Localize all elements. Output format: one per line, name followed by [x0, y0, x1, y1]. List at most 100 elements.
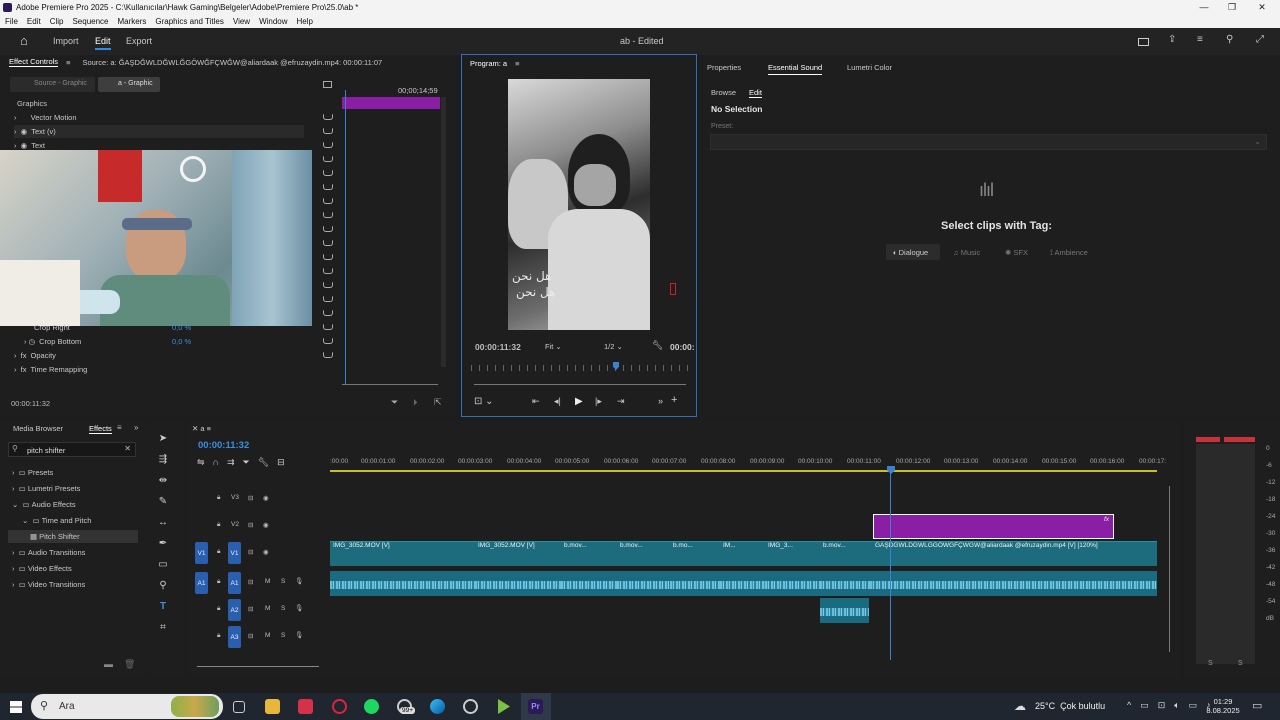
effects-search-input[interactable]: ⚲ pitch shifter ✕	[8, 442, 136, 457]
tree-video-transitions[interactable]: › ▭ Video Transitions	[12, 578, 85, 591]
eye-icon[interactable]: ◉	[263, 494, 269, 502]
tab-properties[interactable]: Properties	[707, 63, 741, 72]
lock-icon[interactable]: 🔒︎	[217, 632, 220, 640]
solo-button[interactable]: S	[281, 605, 285, 612]
reset-icon[interactable]	[323, 240, 333, 246]
task-view-icon[interactable]	[233, 701, 245, 713]
video-clip[interactable]: b.mo...	[670, 541, 720, 566]
mic-icon[interactable]: 🎙︎	[295, 604, 303, 612]
spotify-icon[interactable]	[364, 699, 379, 714]
crop-bottom-row[interactable]: › ◷ Crop Bottom 0,0 %	[24, 335, 194, 348]
wrench-icon[interactable]: 🔧︎	[652, 340, 663, 351]
source-patch-v1[interactable]: V1	[195, 542, 208, 564]
program-zoom-bar[interactable]	[474, 384, 686, 385]
windows-start-icon[interactable]	[10, 701, 22, 713]
fit-dropdown[interactable]: Fit ⌄	[545, 342, 562, 351]
rectangle-tool-icon[interactable]: ▭	[155, 559, 171, 573]
track-target-a3[interactable]: A3	[228, 626, 241, 648]
track-select-tool-icon[interactable]: ⇶	[155, 454, 171, 468]
audio-clip[interactable]	[820, 571, 870, 596]
play-audio-icon[interactable]: ⏵	[413, 397, 418, 408]
reset-icon[interactable]	[323, 184, 333, 190]
quick-export-icon[interactable]: ≡	[1197, 34, 1203, 45]
more-controls-icon[interactable]: »	[658, 396, 663, 406]
tree-lumetri-presets[interactable]: › ▭ Lumetri Presets	[12, 482, 80, 495]
subtab-browse[interactable]: Browse	[711, 88, 736, 97]
taskbar-search-box[interactable]: ⚲ Ara	[31, 694, 223, 719]
video-clip[interactable]: b.mov...	[820, 541, 872, 566]
time-remapping-row[interactable]: › fx Time Remapping	[14, 363, 214, 376]
audio-clip[interactable]	[617, 571, 670, 596]
menu-help[interactable]: Help	[297, 17, 313, 26]
tab-program[interactable]: Program: a	[470, 59, 507, 68]
clear-search-icon[interactable]: ✕	[124, 444, 131, 453]
razor-tool-icon[interactable]: ✎	[155, 496, 171, 510]
source-label[interactable]: Source: a: ĞAŞDĞWLDĞWLĞGÖWĞFÇWĞW@aliarda…	[82, 58, 382, 67]
subtab-edit[interactable]: Edit	[749, 88, 762, 98]
tree-time-and-pitch[interactable]: ⌄ ▭ Time and Pitch	[22, 514, 91, 527]
menu-file[interactable]: File	[5, 17, 18, 26]
tab-effects[interactable]: Effects	[89, 424, 112, 434]
timeline-playhead[interactable]	[890, 472, 891, 660]
audio-clip[interactable]	[475, 571, 561, 596]
reset-icon[interactable]	[323, 114, 333, 120]
tree-presets[interactable]: › ▭ Presets	[12, 466, 53, 479]
audio-clip-a2[interactable]	[820, 598, 869, 623]
lock-icon[interactable]: 🔒︎	[217, 494, 220, 502]
sync-icon[interactable]: ⊟	[248, 548, 253, 556]
sync-icon[interactable]: ⊟	[248, 494, 253, 502]
close-button[interactable]: ✕	[1250, 0, 1274, 15]
timeline-toolbar[interactable]: ⇋∩⇉⏷🔧︎⊟	[197, 457, 293, 468]
premiere-taskbar-active[interactable]: Pr	[521, 693, 551, 720]
step-back-icon[interactable]: ◂|	[554, 396, 561, 407]
selection-tool-icon[interactable]: ➤	[155, 433, 171, 447]
timeline-timecode[interactable]: 00:00:11:32	[198, 440, 249, 451]
sync-icon[interactable]: ⊟	[248, 521, 253, 529]
file-explorer-icon[interactable]	[265, 699, 280, 714]
timeline-tab[interactable]: ✕ a ≡	[192, 424, 211, 433]
tab-effect-controls[interactable]: Effect Controls	[9, 57, 59, 67]
audio-clip[interactable]	[720, 571, 765, 596]
home-icon[interactable]: ⌂	[20, 33, 28, 48]
reset-icon[interactable]	[323, 282, 333, 288]
mic-icon[interactable]: 🎙︎	[295, 577, 303, 585]
add-button-icon[interactable]: +	[671, 394, 677, 406]
menu-window[interactable]: Window	[259, 17, 287, 26]
tag-music-button[interactable]: ♫ Music	[953, 248, 980, 257]
program-menu-icon[interactable]: ≡	[515, 59, 519, 68]
opera-icon[interactable]	[332, 699, 347, 714]
lock-icon[interactable]: 🔒︎	[217, 605, 220, 613]
weather-text[interactable]: 25°C Çok bulutlu	[1035, 701, 1105, 711]
opacity-row[interactable]: › fx Opacity	[14, 349, 214, 362]
video-clip[interactable]: IMG_3052.MOV [V]	[330, 541, 475, 566]
program-video-frame[interactable]: هل نحن هل نحن	[508, 79, 650, 330]
tag-dialogue-button[interactable]: ◖ Dialogue	[886, 244, 940, 260]
tab-lumetri-color[interactable]: Lumetri Color	[847, 63, 892, 72]
reset-icon[interactable]	[323, 156, 333, 162]
menu-edit[interactable]: Edit	[27, 17, 41, 26]
graphic-clip-v2[interactable]: fx	[873, 514, 1114, 539]
minimize-button[interactable]: —	[1192, 0, 1216, 15]
filter-icon[interactable]: ⏷	[391, 397, 398, 408]
taskbar-clock[interactable]: 01:29 8.08.2025	[1206, 697, 1240, 715]
go-to-in-icon[interactable]: ⇤	[532, 396, 540, 407]
sync-icon[interactable]: ⊟	[248, 605, 253, 613]
ripple-edit-tool-icon[interactable]: ⇹	[155, 475, 171, 489]
type-tool-icon[interactable]: T	[155, 601, 171, 615]
eye-icon[interactable]: ◉	[263, 521, 269, 529]
lock-icon[interactable]: 🔒︎	[217, 578, 220, 586]
program-timecode[interactable]: 00:00:11:32	[475, 342, 521, 352]
tree-audio-effects[interactable]: ⌄ ▭ Audio Effects	[12, 498, 76, 511]
menu-view[interactable]: View	[233, 17, 250, 26]
tree-video-effects[interactable]: › ▭ Video Effects	[12, 562, 72, 575]
tab-media-browser[interactable]: Media Browser	[13, 424, 63, 433]
reset-icon[interactable]	[323, 310, 333, 316]
mic-icon[interactable]: 🎙︎	[295, 631, 303, 639]
sequence-chip[interactable]: a - Graphic	[98, 77, 160, 92]
media-player-icon[interactable]	[498, 699, 510, 714]
video-clip[interactable]: IM...	[720, 541, 765, 566]
edge-icon[interactable]	[430, 699, 445, 714]
reset-icon[interactable]	[323, 338, 333, 344]
go-to-out-icon[interactable]: ⇥	[617, 396, 625, 407]
fullscreen-icon[interactable]: ⤢	[1256, 34, 1264, 45]
